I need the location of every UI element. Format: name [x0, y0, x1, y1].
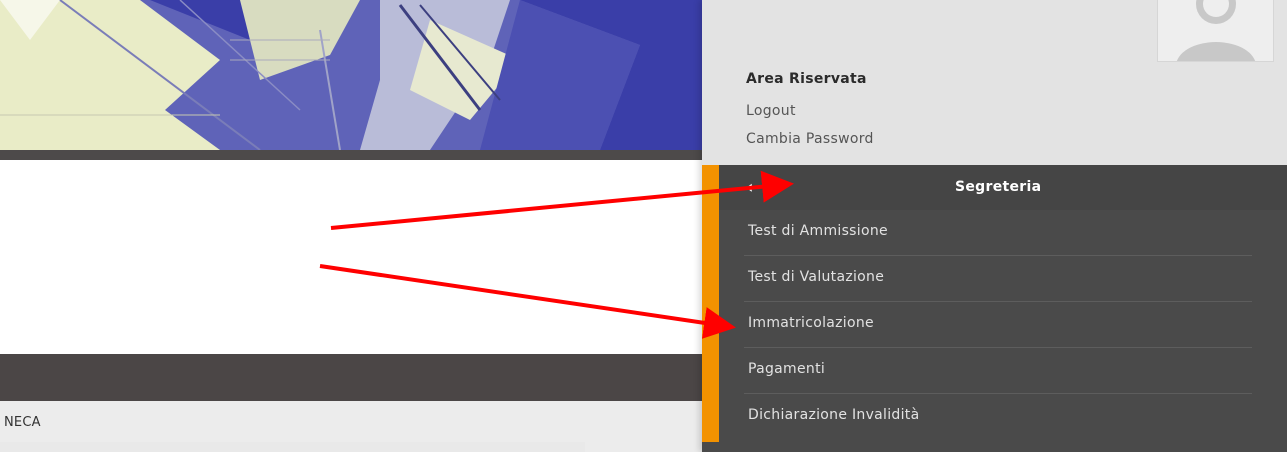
- menu-item-label: Test di Valutazione: [748, 269, 885, 285]
- menu-item-dichiarazione-invalidita[interactable]: Dichiarazione Invalidità: [719, 394, 1287, 440]
- menu-header: ‹ Segreteria: [719, 165, 1287, 210]
- menu-accent-bar: [702, 165, 719, 442]
- arrow-to-immatricolazione: [319, 264, 736, 339]
- change-password-link[interactable]: Cambia Password: [746, 131, 874, 147]
- segreteria-menu: ‹ Segreteria Test di Ammissione Test di …: [702, 165, 1287, 442]
- menu-item-label: Pagamenti: [748, 361, 826, 377]
- banner-image: [0, 0, 702, 150]
- menu-item-test-valutazione[interactable]: Test di Valutazione: [719, 256, 1287, 302]
- menu-item-label: Dichiarazione Invalidità: [748, 407, 920, 423]
- panel-bottom-strip: [0, 442, 585, 452]
- menu-item-label: Immatricolazione: [748, 315, 874, 331]
- banner-divider: [0, 150, 702, 160]
- logout-link[interactable]: Logout: [746, 103, 796, 119]
- menu-item-pagamenti[interactable]: Pagamenti: [719, 348, 1287, 394]
- footer-bar: [0, 354, 702, 401]
- menu-item-test-ammissione[interactable]: Test di Ammissione: [719, 210, 1287, 256]
- menu-title: Segreteria: [955, 179, 1042, 195]
- user-avatar-icon: [1157, 0, 1274, 62]
- side-panel: Area Riservata Logout Cambia Password ‹ …: [702, 0, 1287, 452]
- menu-item-immatricolazione[interactable]: Immatricolazione: [719, 302, 1287, 348]
- footer-text: NECA: [4, 415, 41, 430]
- banner-photo: [0, 0, 702, 150]
- user-area: Area Riservata Logout Cambia Password: [702, 0, 1287, 165]
- chevron-left-icon[interactable]: ‹: [746, 177, 753, 198]
- reserved-area-title: Area Riservata: [746, 71, 867, 87]
- menu-item-label: Test di Ammissione: [748, 223, 888, 239]
